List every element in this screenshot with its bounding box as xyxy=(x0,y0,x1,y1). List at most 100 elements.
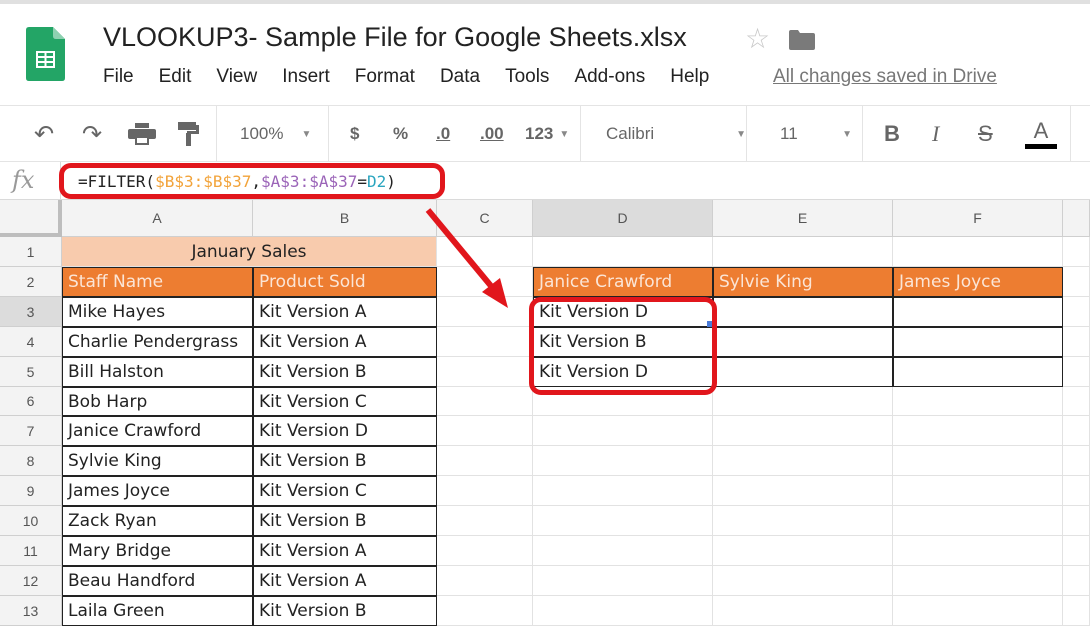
product-sold-cell[interactable]: Kit Version A xyxy=(253,566,437,596)
staff-name-cell[interactable]: James Joyce xyxy=(62,476,253,506)
cell[interactable] xyxy=(437,566,533,596)
lookup-empty-cell[interactable] xyxy=(893,357,1063,387)
cell[interactable] xyxy=(1063,327,1090,357)
lookup-header-e2[interactable]: Sylvie King xyxy=(713,267,893,297)
font-family-select[interactable]: Calibri ▼ xyxy=(606,106,746,162)
column-header-b[interactable]: B xyxy=(253,200,437,237)
cell[interactable] xyxy=(533,476,713,506)
cell[interactable] xyxy=(533,536,713,566)
cell[interactable] xyxy=(437,327,533,357)
cell[interactable] xyxy=(437,237,533,267)
lookup-empty-cell[interactable] xyxy=(713,357,893,387)
staff-name-cell[interactable]: Charlie Pendergrass xyxy=(62,327,253,357)
product-sold-cell[interactable]: Kit Version A xyxy=(253,297,437,327)
print-icon[interactable] xyxy=(128,123,156,145)
column-header-c[interactable]: C xyxy=(437,200,533,237)
cell[interactable] xyxy=(1063,566,1090,596)
cell[interactable] xyxy=(893,506,1063,536)
percent-format-button[interactable]: % xyxy=(393,106,408,162)
lookup-empty-cell[interactable] xyxy=(713,327,893,357)
cell[interactable] xyxy=(1063,536,1090,566)
menu-data[interactable]: Data xyxy=(440,66,480,88)
text-color-button[interactable]: A xyxy=(1025,106,1057,162)
cell[interactable] xyxy=(1063,267,1090,297)
cell[interactable] xyxy=(713,446,893,476)
strikethrough-button[interactable]: S xyxy=(978,106,993,162)
italic-button[interactable]: I xyxy=(932,106,939,162)
cell[interactable] xyxy=(437,506,533,536)
staff-name-cell[interactable]: Bill Halston xyxy=(62,357,253,387)
cell[interactable] xyxy=(1063,237,1090,267)
cell[interactable] xyxy=(437,476,533,506)
zoom-select[interactable]: 100% ▼ xyxy=(240,106,311,162)
cell[interactable] xyxy=(533,237,713,267)
column-header-e[interactable]: E xyxy=(713,200,893,237)
cell[interactable] xyxy=(893,446,1063,476)
cell[interactable] xyxy=(1063,387,1090,416)
menu-add-ons[interactable]: Add-ons xyxy=(574,66,645,88)
row-header-3[interactable]: 3 xyxy=(0,297,62,327)
cell[interactable] xyxy=(1063,446,1090,476)
cell[interactable] xyxy=(1063,506,1090,536)
staff-name-cell[interactable]: Beau Handford xyxy=(62,566,253,596)
cell[interactable] xyxy=(713,476,893,506)
cell[interactable] xyxy=(533,416,713,446)
lookup-empty-cell[interactable] xyxy=(893,297,1063,327)
currency-format-button[interactable]: $ xyxy=(350,106,359,162)
increase-decimal-button[interactable]: .00 xyxy=(480,106,504,162)
cell[interactable] xyxy=(533,506,713,536)
menu-format[interactable]: Format xyxy=(355,66,415,88)
menu-insert[interactable]: Insert xyxy=(282,66,330,88)
product-sold-cell[interactable]: Kit Version A xyxy=(253,327,437,357)
cell[interactable] xyxy=(533,596,713,626)
row-header-7[interactable]: 7 xyxy=(0,416,62,446)
header-product-sold[interactable]: Product Sold xyxy=(253,267,437,297)
cell[interactable] xyxy=(437,267,533,297)
staff-name-cell[interactable]: Sylvie King xyxy=(62,446,253,476)
row-header-13[interactable]: 13 xyxy=(0,596,62,626)
product-sold-cell[interactable]: Kit Version D xyxy=(253,416,437,446)
row-header-2[interactable]: 2 xyxy=(0,267,62,297)
product-sold-cell[interactable]: Kit Version B xyxy=(253,506,437,536)
staff-name-cell[interactable]: Janice Crawford xyxy=(62,416,253,446)
menu-help[interactable]: Help xyxy=(670,66,709,88)
cell[interactable] xyxy=(893,536,1063,566)
staff-name-cell[interactable]: Laila Green xyxy=(62,596,253,626)
row-header-9[interactable]: 9 xyxy=(0,476,62,506)
cell[interactable] xyxy=(893,476,1063,506)
product-sold-cell[interactable]: Kit Version B xyxy=(253,357,437,387)
row-header-4[interactable]: 4 xyxy=(0,327,62,357)
cell[interactable] xyxy=(893,416,1063,446)
product-sold-cell[interactable]: Kit Version C xyxy=(253,387,437,416)
row-header-11[interactable]: 11 xyxy=(0,536,62,566)
decrease-decimal-button[interactable]: .0 xyxy=(436,106,450,162)
row-header-5[interactable]: 5 xyxy=(0,357,62,387)
save-status-link[interactable]: All changes saved in Drive xyxy=(773,66,997,88)
font-size-select[interactable]: 11 ▼ xyxy=(780,106,852,162)
cell[interactable] xyxy=(437,357,533,387)
staff-name-cell[interactable]: Mike Hayes xyxy=(62,297,253,327)
cell[interactable] xyxy=(893,387,1063,416)
cell[interactable] xyxy=(1063,357,1090,387)
lookup-header-d2[interactable]: Janice Crawford xyxy=(533,267,713,297)
column-header-d[interactable]: D xyxy=(533,200,713,237)
folder-icon[interactable] xyxy=(789,30,815,50)
document-title[interactable]: VLOOKUP3- Sample File for Google Sheets.… xyxy=(103,22,687,53)
product-sold-cell[interactable]: Kit Version A xyxy=(253,536,437,566)
cell[interactable] xyxy=(533,446,713,476)
cell[interactable] xyxy=(437,416,533,446)
cell[interactable] xyxy=(437,446,533,476)
redo-icon[interactable]: ↷ xyxy=(82,106,102,162)
product-sold-cell[interactable]: Kit Version C xyxy=(253,476,437,506)
paint-format-icon[interactable] xyxy=(178,122,200,146)
google-sheets-logo[interactable] xyxy=(26,27,65,81)
cell[interactable] xyxy=(713,506,893,536)
cell[interactable] xyxy=(437,297,533,327)
column-header-f[interactable]: F xyxy=(893,200,1063,237)
row-header-6[interactable]: 6 xyxy=(0,387,62,416)
lookup-empty-cell[interactable] xyxy=(893,327,1063,357)
lookup-header-f2[interactable]: James Joyce xyxy=(893,267,1063,297)
star-icon[interactable]: ☆ xyxy=(745,22,770,55)
cell[interactable] xyxy=(713,237,893,267)
row-header-12[interactable]: 12 xyxy=(0,566,62,596)
